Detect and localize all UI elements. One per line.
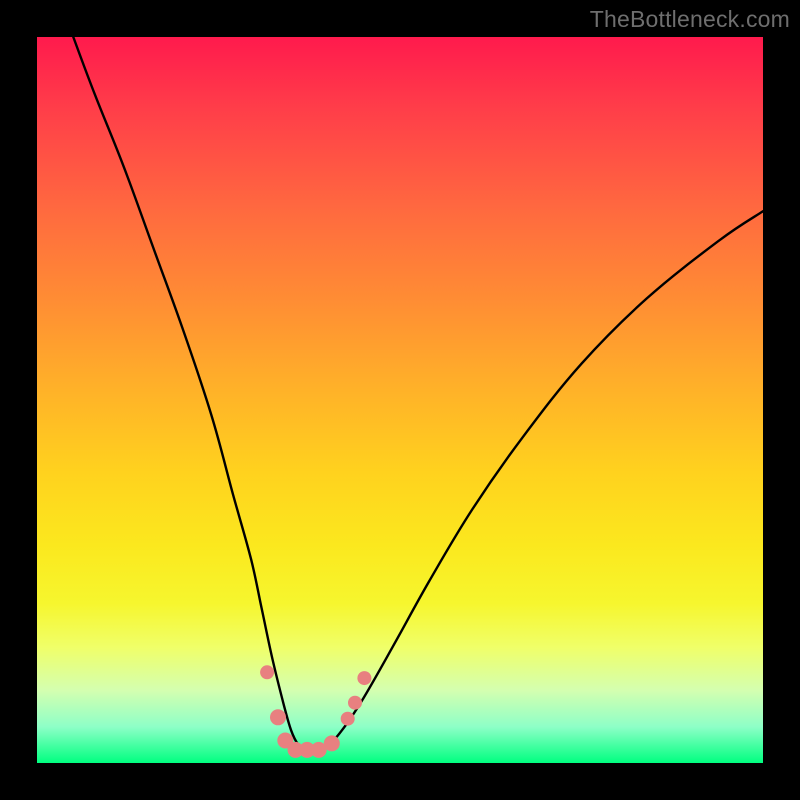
plot-area — [37, 37, 763, 763]
curve-svg — [37, 37, 763, 763]
chart-frame: TheBottleneck.com — [0, 0, 800, 800]
marker-dot — [341, 712, 355, 726]
marker-dot — [357, 671, 371, 685]
bottleneck-curve — [73, 37, 763, 751]
marker-dot — [324, 735, 340, 751]
marker-dot — [348, 696, 362, 710]
marker-dot — [260, 665, 274, 679]
watermark-text: TheBottleneck.com — [590, 6, 790, 33]
marker-dot — [270, 709, 286, 725]
